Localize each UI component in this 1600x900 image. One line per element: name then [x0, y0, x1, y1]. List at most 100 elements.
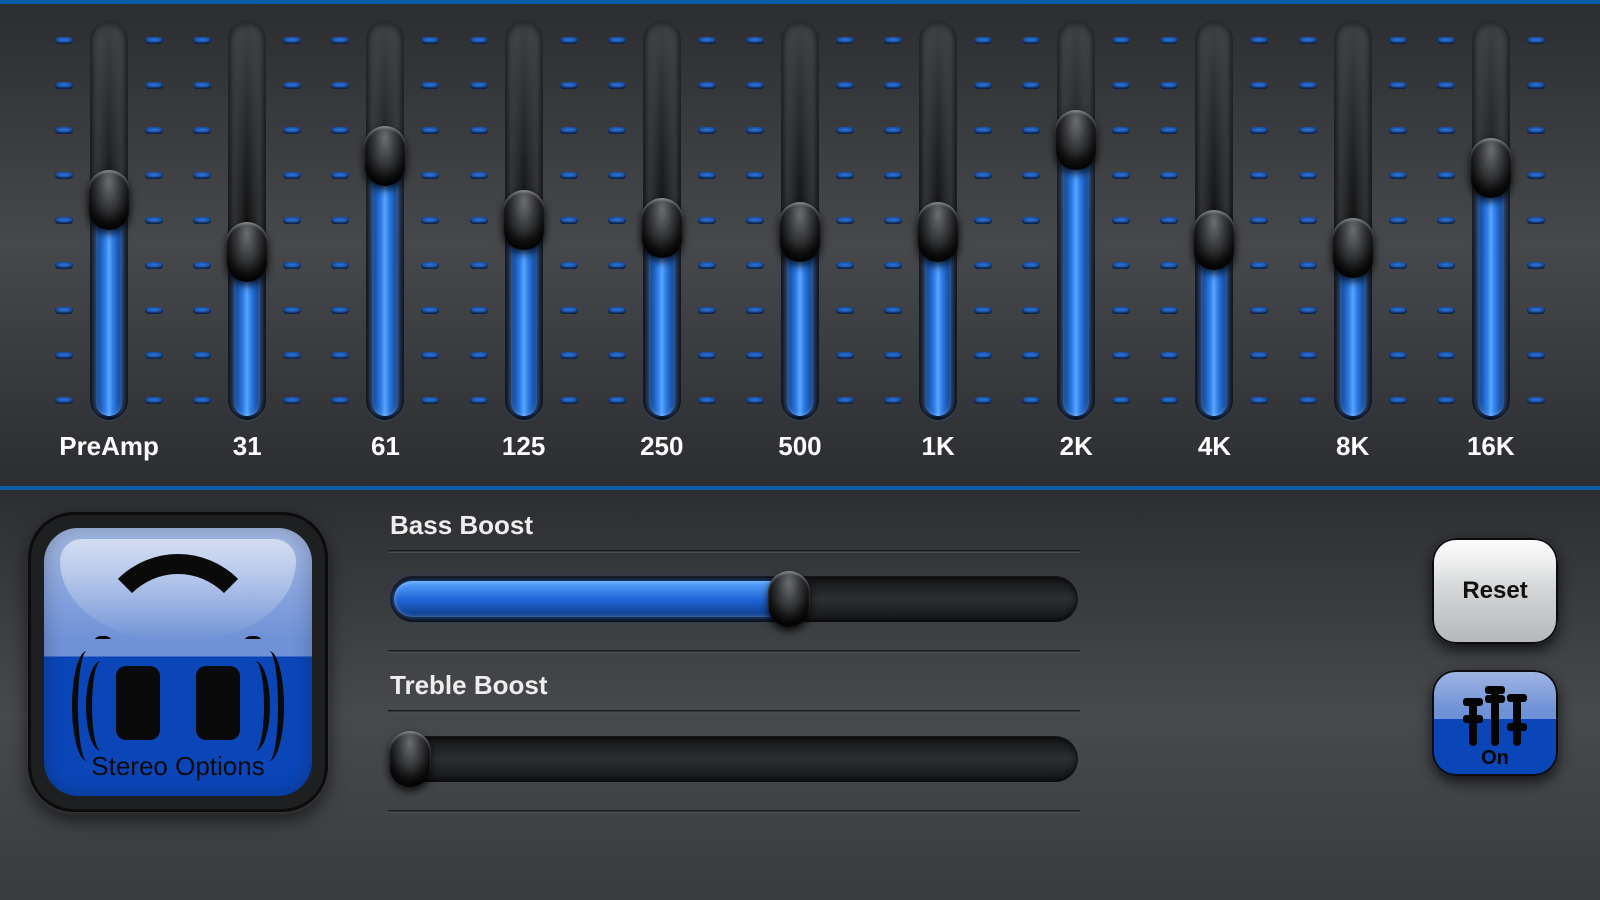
eq-tick — [1527, 352, 1545, 359]
eq-tick — [974, 82, 992, 89]
eq-slider[interactable] — [781, 20, 819, 420]
eq-tick — [421, 262, 439, 269]
eq-tick — [470, 307, 488, 314]
eq-slider-thumb[interactable] — [1055, 110, 1097, 170]
eq-slider-thumb[interactable] — [779, 202, 821, 262]
eq-tick — [331, 127, 349, 134]
eq-tick — [145, 397, 163, 404]
eq-tick — [1389, 307, 1407, 314]
eq-tick — [1299, 352, 1317, 359]
eq-tick — [608, 217, 626, 224]
eq-tick — [1160, 397, 1178, 404]
eq-band-label: 2K — [1060, 431, 1093, 462]
eq-tick — [193, 127, 211, 134]
eq-band-125: 125 — [464, 20, 584, 420]
eq-slider[interactable] — [1472, 20, 1510, 420]
eq-tick — [331, 262, 349, 269]
eq-slider-thumb[interactable] — [1470, 138, 1512, 198]
eq-slider[interactable] — [366, 20, 404, 420]
stereo-options-button[interactable]: Stereo Options — [28, 512, 328, 812]
eq-tick — [1112, 352, 1130, 359]
eq-tick — [193, 217, 211, 224]
eq-tick — [145, 127, 163, 134]
eq-tick — [974, 217, 992, 224]
eq-band-2k: 2K — [1016, 20, 1136, 420]
eq-slider[interactable] — [1057, 20, 1095, 420]
eq-band-label: 1K — [921, 431, 954, 462]
eq-tick — [836, 262, 854, 269]
eq-tick — [1250, 37, 1268, 44]
eq-tick — [746, 307, 764, 314]
eq-tick — [55, 262, 73, 269]
eq-slider-thumb[interactable] — [88, 170, 130, 230]
eq-tick — [1160, 127, 1178, 134]
eq-tick — [1527, 37, 1545, 44]
eq-tick — [1299, 37, 1317, 44]
eq-tick — [1299, 82, 1317, 89]
eq-slider[interactable] — [919, 20, 957, 420]
eq-tick — [1160, 172, 1178, 179]
eq-tick — [470, 262, 488, 269]
eq-tick — [1112, 397, 1130, 404]
eq-band-label: 500 — [778, 431, 821, 462]
eq-tick — [1299, 262, 1317, 269]
eq-slider-thumb[interactable] — [503, 190, 545, 250]
eq-toggle-button[interactable]: On — [1432, 670, 1558, 776]
sliders-icon — [1432, 682, 1558, 746]
eq-tick — [283, 127, 301, 134]
eq-tick — [283, 217, 301, 224]
eq-tick — [746, 352, 764, 359]
eq-band-label: 16K — [1467, 431, 1515, 462]
bass-boost-slider[interactable] — [390, 576, 1078, 622]
eq-slider-thumb[interactable] — [641, 198, 683, 258]
eq-tick — [1112, 217, 1130, 224]
eq-slider[interactable] — [643, 20, 681, 420]
eq-tick — [884, 262, 902, 269]
eq-tick — [1250, 397, 1268, 404]
eq-slider-thumb[interactable] — [1193, 210, 1235, 270]
eq-tick — [1437, 397, 1455, 404]
eq-tick — [1250, 127, 1268, 134]
eq-slider-thumb[interactable] — [1332, 218, 1374, 278]
eq-tick — [1389, 127, 1407, 134]
eq-tick — [698, 37, 716, 44]
eq-tick — [1160, 82, 1178, 89]
eq-tick — [1527, 82, 1545, 89]
eq-tick — [193, 172, 211, 179]
eq-band-31: 31 — [187, 20, 307, 420]
eq-slider-thumb[interactable] — [226, 222, 268, 282]
eq-tick — [193, 37, 211, 44]
eq-tick — [884, 37, 902, 44]
eq-tick — [145, 352, 163, 359]
eq-tick — [1527, 172, 1545, 179]
eq-tick — [560, 397, 578, 404]
bass-boost-label: Bass Boost — [390, 510, 533, 541]
reset-button[interactable]: Reset — [1432, 538, 1558, 644]
eq-tick — [746, 37, 764, 44]
eq-slider[interactable] — [228, 20, 266, 420]
eq-tick — [974, 172, 992, 179]
eq-tick — [746, 262, 764, 269]
eq-tick — [1160, 262, 1178, 269]
eq-tick — [331, 172, 349, 179]
eq-tick — [1437, 82, 1455, 89]
eq-tick — [1527, 217, 1545, 224]
divider — [388, 810, 1080, 813]
eq-slider[interactable] — [505, 20, 543, 420]
treble-boost-slider[interactable] — [390, 736, 1078, 782]
eq-tick — [145, 37, 163, 44]
eq-band-label: 61 — [371, 431, 400, 462]
eq-tick — [884, 172, 902, 179]
eq-slider[interactable] — [1195, 20, 1233, 420]
eq-tick — [55, 352, 73, 359]
eq-tick — [145, 262, 163, 269]
eq-slider-thumb[interactable] — [364, 126, 406, 186]
eq-tick — [421, 352, 439, 359]
eq-tick — [1022, 262, 1040, 269]
eq-slider[interactable] — [90, 20, 128, 420]
eq-slider-thumb[interactable] — [917, 202, 959, 262]
eq-band-label: 4K — [1198, 431, 1231, 462]
eq-tick — [331, 37, 349, 44]
eq-band-8k: 8K — [1293, 20, 1413, 420]
eq-slider[interactable] — [1334, 20, 1372, 420]
